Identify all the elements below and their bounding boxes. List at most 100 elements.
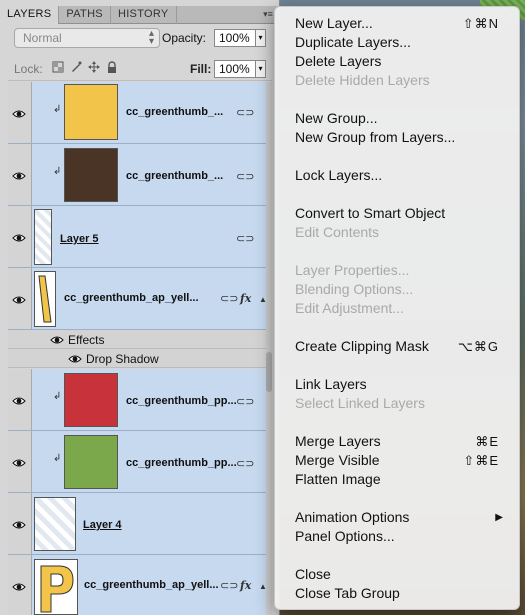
menu-item-edit-contents: Edit Contents — [275, 223, 519, 242]
layer-row[interactable]: ↲ cc_greenthumb_pp... ⊂⊃ — [8, 369, 272, 431]
layer-row[interactable]: cc_greenthumb_ap_yell... ⊂⊃ fx ▲ — [8, 555, 272, 615]
layer-name[interactable]: cc_greenthumb_pp... — [126, 395, 237, 407]
menu-item-label: Edit Contents — [295, 224, 380, 240]
submenu-arrow-icon: ▶ — [495, 512, 503, 523]
lock-transparent-icon[interactable] — [52, 61, 64, 73]
menu-separator — [275, 185, 519, 204]
menu-item-new-group[interactable]: New Group... — [275, 109, 519, 128]
layer-row[interactable]: cc_greenthumb_ap_yell... ⊂⊃ fx ▲ — [8, 268, 272, 330]
layers-panel: LAYERS PATHS HISTORY ▾≡ Normal ▴ ▾ Opacit… — [0, 0, 280, 615]
menu-item-label: Merge Visible — [295, 452, 380, 468]
eye-icon[interactable] — [68, 353, 82, 363]
menu-item-duplicate-layers[interactable]: Duplicate Layers... — [275, 33, 519, 52]
blend-mode-value: Normal — [23, 31, 62, 45]
link-icon: ⊂⊃ — [220, 293, 239, 305]
layer-row[interactable]: ↲ cc_greenthumb_pp... ⊂⊃ — [8, 431, 272, 493]
menu-item-label: New Layer... — [295, 15, 373, 31]
layer-row[interactable]: Layer 4 — [8, 493, 272, 555]
menu-item-label: Link Layers — [295, 376, 367, 392]
eye-icon[interactable] — [50, 334, 64, 344]
effects-row[interactable]: Effects — [8, 330, 272, 349]
menu-item-panel-options[interactable]: Panel Options... — [275, 527, 519, 546]
layer-thumbnail — [64, 84, 118, 140]
menu-item-link-layers[interactable]: Link Layers — [275, 375, 519, 394]
link-icon: ⊂⊃ — [236, 171, 255, 183]
menu-item-label: New Group from Layers... — [295, 129, 456, 145]
menu-item-edit-adjustment: Edit Adjustment... — [275, 299, 519, 318]
menu-item-new-group-from-layers[interactable]: New Group from Layers... — [275, 128, 519, 147]
tab-history[interactable]: HISTORY — [111, 6, 177, 24]
eye-icon[interactable] — [12, 457, 26, 467]
menu-item-merge-visible[interactable]: Merge Visible ⇧⌘E — [275, 451, 519, 470]
layer-name[interactable]: cc_greenthumb_ap_yell... — [64, 292, 199, 304]
effect-drop-shadow-row[interactable]: Drop Shadow — [8, 349, 272, 368]
link-icon: ⊂⊃ — [236, 107, 255, 119]
opacity-input[interactable]: 100% — [214, 29, 256, 47]
menu-item-animation-options[interactable]: Animation Options ▶ — [275, 508, 519, 527]
opacity-dropdown-icon[interactable]: ▾ — [256, 29, 266, 47]
menu-separator — [275, 90, 519, 109]
layer-name[interactable]: cc_greenthumb_... — [126, 106, 223, 118]
layer-thumbnail — [34, 271, 56, 327]
eye-icon[interactable] — [12, 108, 26, 118]
clipping-arrow-icon: ↲ — [53, 453, 62, 464]
layer-row[interactable]: ↲ cc_greenthumb_... ⊂⊃ — [8, 82, 272, 144]
menu-item-label: Delete Hidden Layers — [295, 72, 430, 88]
fill-input[interactable]: 100% — [214, 60, 256, 78]
menu-shortcut: ⇧⌘N — [462, 16, 499, 31]
menu-item-delete-layers[interactable]: Delete Layers — [275, 52, 519, 71]
menu-item-label: Animation Options — [295, 509, 410, 525]
menu-item-layer-properties: Layer Properties... — [275, 261, 519, 280]
tab-layers[interactable]: LAYERS — [0, 6, 60, 24]
lock-position-icon[interactable] — [88, 61, 100, 73]
link-icon: ⊂⊃ — [220, 580, 239, 592]
layer-name[interactable]: cc_greenthumb_pp... — [126, 457, 237, 469]
menu-separator — [275, 489, 519, 508]
layer-name[interactable]: cc_greenthumb_ap_yell... — [84, 579, 219, 591]
menu-item-new-layer[interactable]: New Layer... ⇧⌘N — [275, 14, 519, 33]
menu-item-close[interactable]: Close — [275, 565, 519, 584]
eye-icon[interactable] — [12, 232, 26, 242]
eye-icon[interactable] — [12, 395, 26, 405]
menu-item-merge-layers[interactable]: Merge Layers ⌘E — [275, 432, 519, 451]
clipping-arrow-icon: ↲ — [53, 166, 62, 177]
blend-mode-select[interactable]: Normal ▴ ▾ — [14, 28, 160, 48]
lock-pixels-icon[interactable] — [70, 61, 82, 73]
menu-item-label: Create Clipping Mask — [295, 338, 429, 354]
fill-dropdown-icon[interactable]: ▾ — [256, 60, 266, 78]
menu-separator — [275, 546, 519, 565]
menu-item-close-tab-group[interactable]: Close Tab Group — [275, 584, 519, 603]
menu-item-convert-smart-object[interactable]: Convert to Smart Object — [275, 204, 519, 223]
eye-icon[interactable] — [12, 581, 26, 591]
layer-name[interactable]: Layer 4 — [83, 519, 122, 531]
fill-label: Fill: — [190, 62, 212, 76]
eye-icon[interactable] — [12, 519, 26, 529]
menu-shortcut: ⌥⌘G — [457, 339, 499, 354]
layer-row[interactable]: Layer 5 ⊂⊃ — [8, 206, 272, 268]
menu-item-label: Panel Options... — [295, 528, 395, 544]
drop-shadow-label: Drop Shadow — [86, 352, 159, 366]
layer-thumbnail — [64, 435, 118, 489]
menu-item-create-clipping-mask[interactable]: Create Clipping Mask ⌥⌘G — [275, 337, 519, 356]
layer-name[interactable]: cc_greenthumb_... — [126, 170, 223, 182]
layer-row[interactable]: ↲ cc_greenthumb_... ⊂⊃ — [8, 144, 272, 206]
menu-item-blending-options: Blending Options... — [275, 280, 519, 299]
menu-item-lock-layers[interactable]: Lock Layers... — [275, 166, 519, 185]
scrollbar-thumb[interactable] — [266, 352, 272, 392]
menu-item-label: Delete Layers — [295, 53, 382, 69]
tab-paths[interactable]: PATHS — [59, 6, 111, 24]
lock-all-icon[interactable] — [106, 61, 118, 73]
eye-icon[interactable] — [12, 170, 26, 180]
layer-name[interactable]: Layer 5 — [60, 233, 99, 245]
eye-icon[interactable] — [12, 294, 26, 304]
layer-list-scrollbar[interactable] — [266, 82, 272, 615]
clipping-arrow-icon: ↲ — [53, 104, 62, 115]
menu-item-label: Blending Options... — [295, 281, 414, 297]
menu-item-flatten-image[interactable]: Flatten Image — [275, 470, 519, 489]
fx-icon[interactable]: fx — [240, 292, 251, 305]
fx-icon[interactable]: fx — [240, 579, 251, 592]
effects-label: Effects — [68, 333, 105, 347]
layer-thumbnail — [34, 209, 52, 265]
menu-item-label: Convert to Smart Object — [295, 205, 446, 221]
menu-item-delete-hidden-layers: Delete Hidden Layers — [275, 71, 519, 90]
